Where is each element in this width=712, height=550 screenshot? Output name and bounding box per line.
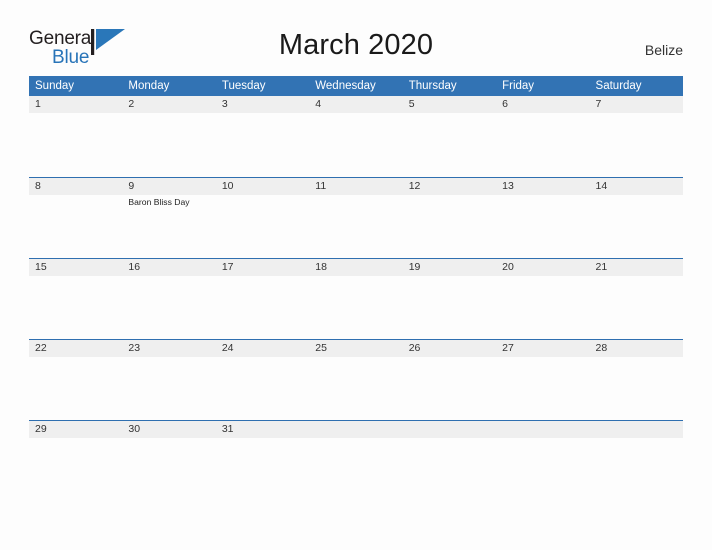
- weekday-header-row: Sunday Monday Tuesday Wednesday Thursday…: [29, 76, 683, 96]
- day-number[interactable]: 11: [309, 178, 402, 195]
- day-event: [403, 195, 496, 257]
- week-date-band: 15 16 17 18 19 20 21: [29, 258, 683, 276]
- day-number[interactable]: 19: [403, 259, 496, 276]
- day-number[interactable]: 21: [590, 259, 683, 276]
- day-event: Baron Bliss Day: [128, 197, 190, 207]
- day-number[interactable]: 7: [590, 96, 683, 113]
- day-event: [590, 276, 683, 338]
- week-row: 22 23 24 25 26 27 28: [29, 339, 683, 420]
- day-number[interactable]: 23: [122, 340, 215, 357]
- day-event: [403, 276, 496, 338]
- day-number[interactable]: 20: [496, 259, 589, 276]
- day-event: [29, 357, 122, 419]
- week-event-band: [29, 357, 683, 419]
- weekday-header-thursday: Thursday: [408, 80, 457, 92]
- weekday-header-friday: Friday: [502, 80, 535, 92]
- day-number[interactable]: 17: [216, 259, 309, 276]
- day-event: [216, 276, 309, 338]
- day-number[interactable]: 4: [309, 96, 402, 113]
- day-number[interactable]: 9: [122, 178, 215, 195]
- day-event: [216, 195, 309, 257]
- day-number[interactable]: 5: [403, 96, 496, 113]
- day-number[interactable]: 16: [122, 259, 215, 276]
- day-event: [309, 195, 402, 257]
- day-number[interactable]: 1: [29, 96, 122, 113]
- week-event-band: [29, 276, 683, 338]
- day-event: [122, 438, 215, 500]
- day-event: [309, 438, 402, 500]
- day-number-empty: [496, 421, 589, 438]
- week-row: 29 30 31: [29, 420, 683, 501]
- weekday-header-wednesday: Wednesday: [315, 80, 376, 92]
- weekday-header-sunday: Sunday: [35, 80, 75, 92]
- week-date-band: 22 23 24 25 26 27 28: [29, 339, 683, 357]
- country-label: Belize: [644, 42, 683, 58]
- day-event: [590, 113, 683, 175]
- day-number[interactable]: 29: [29, 421, 122, 438]
- day-number[interactable]: 10: [216, 178, 309, 195]
- day-event: [496, 276, 589, 338]
- day-number[interactable]: 26: [403, 340, 496, 357]
- day-number[interactable]: 24: [216, 340, 309, 357]
- day-event: [403, 357, 496, 419]
- day-event: [403, 113, 496, 175]
- day-number[interactable]: 31: [216, 421, 309, 438]
- week-row: 1 2 3 4 5 6 7: [29, 96, 683, 177]
- day-event: [216, 113, 309, 175]
- day-number[interactable]: 22: [29, 340, 122, 357]
- calendar-grid: Sunday Monday Tuesday Wednesday Thursday…: [29, 76, 683, 501]
- day-event: [29, 438, 122, 500]
- day-number-empty: [309, 421, 402, 438]
- weekday-header-saturday: Saturday: [595, 80, 642, 92]
- day-event: [403, 438, 496, 500]
- day-event: [496, 357, 589, 419]
- day-number[interactable]: 28: [590, 340, 683, 357]
- calendar-page: General Blue March 2020 Belize Sunday Mo…: [0, 0, 712, 550]
- day-event: [29, 195, 122, 257]
- week-date-band: 8 9 10 11 12 13 14: [29, 177, 683, 195]
- week-row: 15 16 17 18 19 20 21: [29, 258, 683, 339]
- day-number[interactable]: 12: [403, 178, 496, 195]
- day-number[interactable]: 3: [216, 96, 309, 113]
- day-number[interactable]: 25: [309, 340, 402, 357]
- day-event: [496, 195, 589, 257]
- week-event-band: Baron Bliss Day: [29, 195, 683, 257]
- day-event: [29, 113, 122, 175]
- day-event: [309, 113, 402, 175]
- day-event: [496, 438, 589, 500]
- day-event: [590, 357, 683, 419]
- day-event: [122, 357, 215, 419]
- week-event-band: [29, 438, 683, 500]
- day-event: [216, 438, 309, 500]
- day-number[interactable]: 14: [590, 178, 683, 195]
- day-number[interactable]: 18: [309, 259, 402, 276]
- day-event: [122, 113, 215, 175]
- day-event: [590, 195, 683, 257]
- day-event: [590, 438, 683, 500]
- day-event: [496, 113, 589, 175]
- week-event-band: [29, 113, 683, 175]
- weekday-header-tuesday: Tuesday: [221, 80, 266, 92]
- day-event: [309, 357, 402, 419]
- day-event: [122, 276, 215, 338]
- week-row: 8 9 10 11 12 13 14 Baron Bliss Day: [29, 177, 683, 258]
- day-event: [29, 276, 122, 338]
- day-number[interactable]: 2: [122, 96, 215, 113]
- weekday-header-monday: Monday: [128, 80, 170, 92]
- page-title: March 2020: [278, 29, 434, 61]
- day-number[interactable]: 30: [122, 421, 215, 438]
- day-number[interactable]: 13: [496, 178, 589, 195]
- day-event: [216, 357, 309, 419]
- day-event: [309, 276, 402, 338]
- day-number[interactable]: 8: [29, 178, 122, 195]
- day-number-empty: [403, 421, 496, 438]
- page-header: General Blue March 2020 Belize: [0, 0, 712, 74]
- day-number[interactable]: 6: [496, 96, 589, 113]
- week-date-band: 1 2 3 4 5 6 7: [29, 96, 683, 113]
- day-number-empty: [590, 421, 683, 438]
- week-date-band: 29 30 31: [29, 420, 683, 438]
- day-number[interactable]: 15: [29, 259, 122, 276]
- day-number[interactable]: 27: [496, 340, 589, 357]
